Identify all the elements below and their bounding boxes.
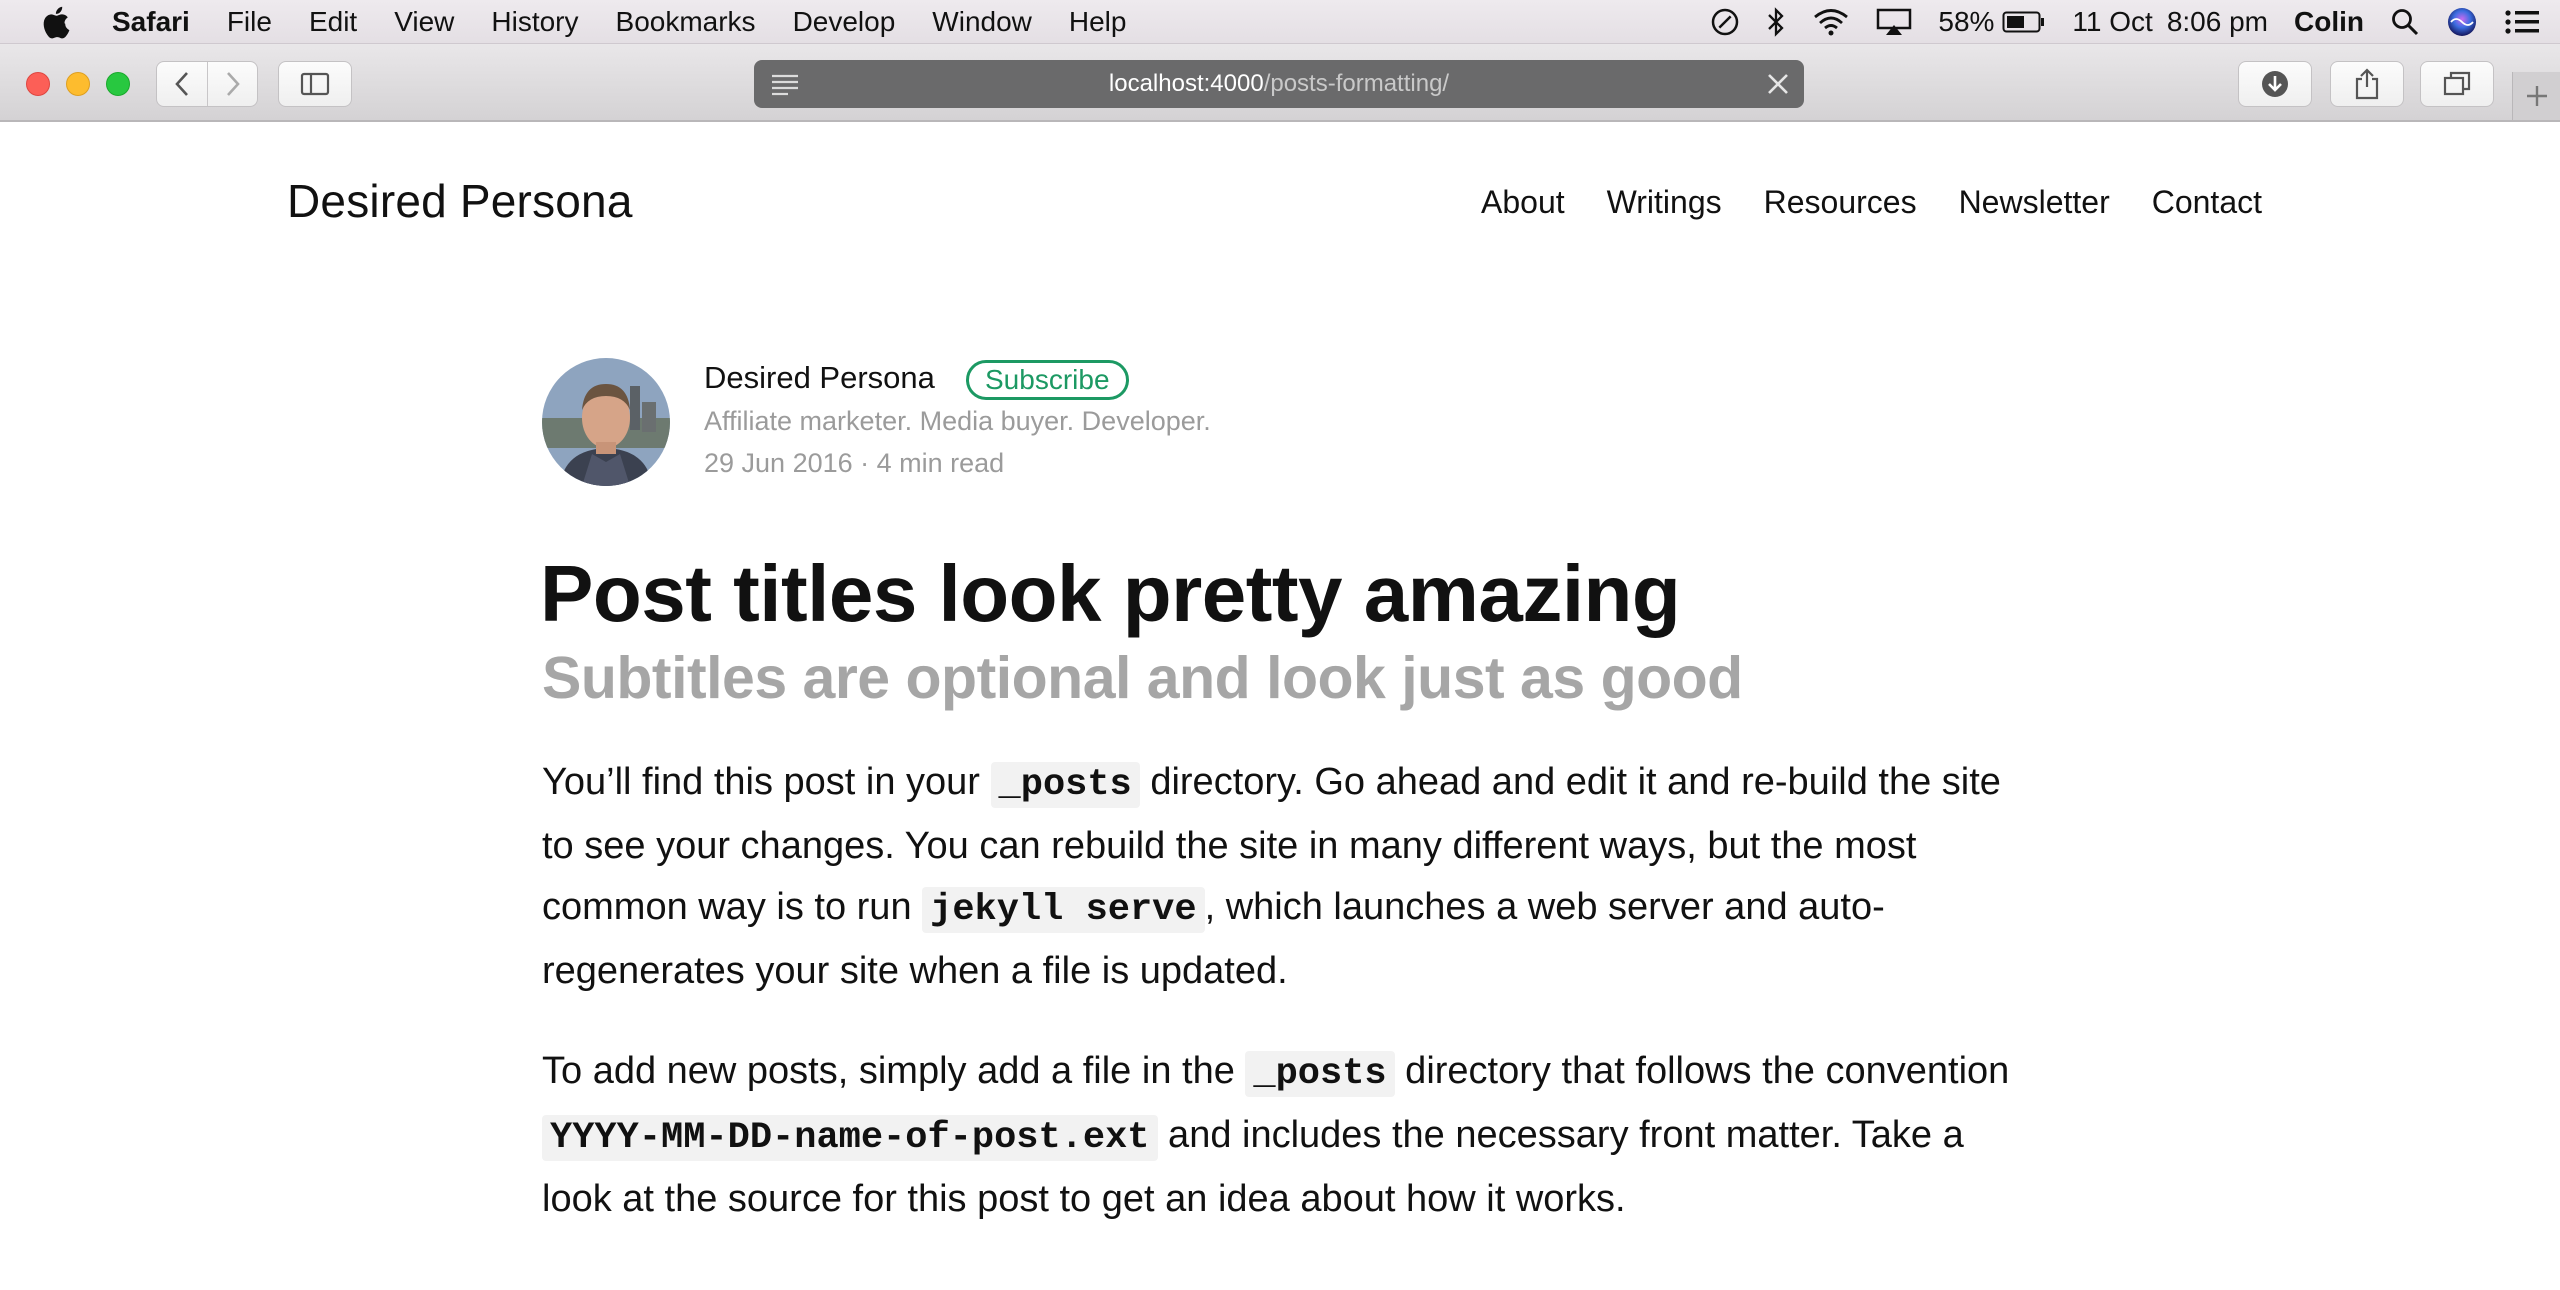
airplay-icon[interactable] (1876, 7, 1912, 37)
back-button[interactable] (157, 62, 207, 106)
post-title: Post titles look pretty amazing (540, 549, 1681, 638)
close-icon[interactable] (1764, 70, 1792, 105)
chevron-right-icon (226, 72, 240, 96)
inline-code: YYYY-MM-DD-name-of-post.ext (542, 1115, 1158, 1161)
share-icon (2355, 68, 2379, 100)
menu-history[interactable]: History (491, 6, 578, 38)
avatar[interactable] (542, 358, 670, 486)
menu-develop[interactable]: Develop (793, 6, 896, 38)
web-page: Desired Persona About Writings Resources… (0, 124, 2560, 1290)
status-area: 58% 11 Oct 8:06 pm Colin (1684, 0, 2540, 44)
menu-window[interactable]: Window (932, 6, 1032, 38)
nav-link-resources[interactable]: Resources (1764, 184, 1917, 221)
author-bio: Affiliate marketer. Media buyer. Develop… (704, 406, 1211, 436)
paragraph-text: You’ll find this post in your (542, 761, 991, 803)
window-minimize-button[interactable] (66, 72, 90, 96)
site-navigation: About Writings Resources Newsletter Cont… (1481, 184, 2262, 221)
plus-icon (2526, 86, 2547, 106)
navigation-buttons (156, 61, 258, 107)
menu-bar: Safari File Edit View History Bookmarks … (0, 0, 2560, 44)
paragraph-text: To add new posts, simply add a file in t… (542, 1050, 1246, 1092)
browser-toolbar: localhost:4000/posts-formatting/ (0, 44, 2560, 122)
reader-view-icon[interactable] (770, 72, 800, 103)
share-button[interactable] (2330, 61, 2404, 107)
url-host: localhost:4000 (1108, 70, 1264, 97)
chevron-left-icon (175, 72, 188, 96)
forward-button[interactable] (207, 62, 257, 106)
nav-link-contact[interactable]: Contact (2152, 184, 2262, 221)
do-not-disturb-icon[interactable] (1710, 7, 1740, 37)
battery-icon[interactable] (2002, 10, 2046, 34)
sidebar-icon (300, 72, 330, 96)
inline-code: _posts (990, 762, 1140, 808)
menu-file[interactable]: File (227, 6, 272, 38)
menu-app-safari[interactable]: Safari (112, 6, 190, 38)
inline-code: jekyll serve (922, 887, 1205, 933)
subscribe-button[interactable]: Subscribe (966, 360, 1129, 400)
menu-view[interactable]: View (394, 6, 454, 38)
nav-link-newsletter[interactable]: Newsletter (1959, 184, 2110, 221)
new-tab-button[interactable] (2512, 72, 2560, 120)
siri-icon[interactable] (2446, 6, 2478, 38)
tab-overview-button[interactable] (2420, 61, 2494, 107)
post-subtitle: Subtitles are optional and look just as … (542, 645, 1743, 711)
paragraph-text: directory that follows the convention (1394, 1050, 2010, 1092)
battery-percent: 58% (1938, 6, 1995, 37)
spotlight-search-icon[interactable] (2390, 7, 2420, 37)
wifi-icon[interactable] (1812, 7, 1850, 37)
sidebar-toggle-button[interactable] (278, 61, 352, 107)
window-close-button[interactable] (26, 72, 50, 96)
address-bar[interactable]: localhost:4000/posts-formatting/ (754, 60, 1804, 108)
paragraph: To add new posts, simply add a file in t… (542, 1041, 2022, 1230)
apple-menu-icon[interactable] (40, 4, 74, 40)
post-body: You’ll find this post in your _posts dir… (542, 752, 2022, 1269)
author-name-link[interactable]: Desired Persona (704, 360, 935, 396)
time-text[interactable]: 8:06 pm (2167, 6, 2268, 38)
menu-edit[interactable]: Edit (309, 6, 357, 38)
site-title-link[interactable]: Desired Persona (287, 174, 633, 228)
url-text[interactable]: localhost:4000/posts-formatting/ (1109, 70, 1449, 98)
bluetooth-icon[interactable] (1766, 6, 1786, 38)
post-date-readtime: 29 Jun 2016 · 4 min read (704, 448, 1005, 478)
tabs-icon (2443, 71, 2471, 96)
menu-bookmarks[interactable]: Bookmarks (616, 6, 756, 38)
user-name[interactable]: Colin (2294, 6, 2364, 38)
paragraph: You’ll find this post in your _posts dir… (542, 752, 2022, 1002)
downloads-button[interactable] (2238, 61, 2312, 107)
notification-center-icon[interactable] (2504, 8, 2540, 36)
url-path: /posts-formatting/ (1263, 70, 1450, 97)
date-text[interactable]: 11 Oct (2072, 6, 2152, 38)
inline-code: _posts (1245, 1051, 1395, 1097)
nav-link-writings[interactable]: Writings (1607, 184, 1722, 221)
window-zoom-button[interactable] (106, 72, 130, 96)
menu-help[interactable]: Help (1069, 6, 1127, 38)
nav-link-about[interactable]: About (1481, 184, 1565, 221)
download-icon (2262, 71, 2288, 97)
